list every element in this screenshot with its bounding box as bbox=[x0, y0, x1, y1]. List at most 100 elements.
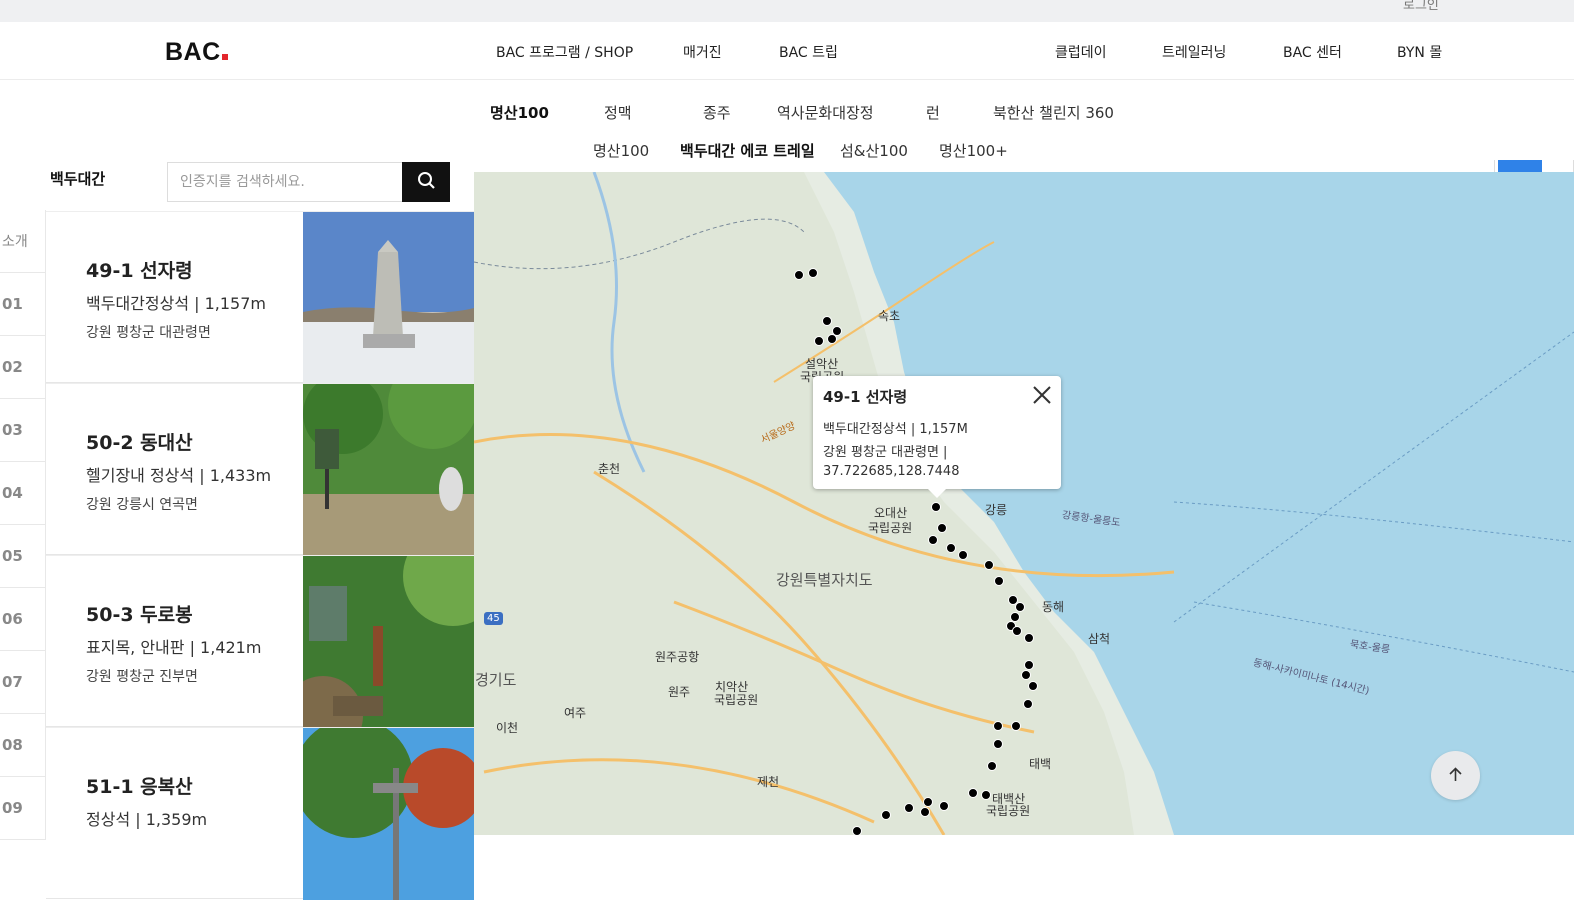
item-photo bbox=[303, 212, 474, 384]
map-label: 원주 bbox=[668, 685, 691, 699]
list-item[interactable]: 49-1 선자령 백두대간정상석 | 1,157m 강원 평창군 대관령면 bbox=[46, 211, 474, 384]
item-marker-elevation: 정상석 | 1,359m bbox=[86, 810, 208, 829]
map-pin[interactable] bbox=[984, 560, 994, 570]
map-pin[interactable] bbox=[1023, 699, 1033, 709]
nav-byn-mall[interactable]: BYN 몰 bbox=[1397, 42, 1442, 62]
map-pin[interactable] bbox=[993, 721, 1003, 731]
login-link[interactable]: 로그인 bbox=[1403, 0, 1439, 13]
map-info-popup: 49-1 선자령 백두대간정상석 | 1,157M 강원 평창군 대관령면 | … bbox=[813, 376, 1061, 498]
map-label: 태백 bbox=[1029, 757, 1052, 771]
tab-run[interactable]: 런 bbox=[926, 102, 940, 123]
index-item[interactable]: 06 bbox=[0, 588, 46, 651]
map-pin[interactable] bbox=[993, 739, 1003, 749]
tab-100-mountains[interactable]: 명산100 bbox=[490, 102, 549, 123]
expressway-shield: 45 bbox=[484, 612, 503, 625]
popup-location: 강원 평창군 대관령면 | bbox=[823, 445, 948, 460]
popup-marker-elevation: 백두대간정상석 | 1,157M bbox=[823, 422, 968, 437]
nav-bac-program-shop[interactable]: BAC 프로그램 / SHOP bbox=[496, 42, 633, 62]
tab2-100-mountains-plus[interactable]: 명산100+ bbox=[939, 140, 1008, 161]
popup-coordinates: 37.722685,128.7448 bbox=[823, 464, 960, 479]
map-pin[interactable] bbox=[827, 334, 837, 344]
nav-clubday[interactable]: 클럽데이 bbox=[1055, 42, 1107, 62]
index-item[interactable]: 01 bbox=[0, 273, 46, 336]
item-photo bbox=[303, 384, 474, 556]
index-item-intro[interactable]: 소개 bbox=[0, 210, 46, 273]
map-pin[interactable] bbox=[939, 801, 949, 811]
nav-bac-trip[interactable]: BAC 트립 bbox=[779, 42, 838, 62]
map-view[interactable]: 속초 설악산 국립공원 춘천 오대산 국립공원 강릉 강원특별자치도 동해 삼척… bbox=[474, 172, 1574, 835]
scroll-to-top-button[interactable] bbox=[1431, 751, 1480, 800]
map-pin[interactable] bbox=[987, 761, 997, 771]
map-label: 국립공원 bbox=[714, 693, 759, 707]
index-item[interactable]: 09 bbox=[0, 777, 46, 840]
close-icon bbox=[1033, 386, 1051, 404]
item-title: 50-2 동대산 bbox=[86, 432, 193, 454]
map-pin[interactable] bbox=[981, 790, 991, 800]
map-pin[interactable] bbox=[814, 336, 824, 346]
item-title: 49-1 선자령 bbox=[86, 260, 193, 282]
map-pin[interactable] bbox=[1012, 626, 1022, 636]
map-label: 강릉 bbox=[985, 503, 1008, 517]
item-title: 51-1 응복산 bbox=[86, 776, 193, 798]
map-label: 이천 bbox=[496, 721, 519, 735]
arrow-up-icon bbox=[1449, 767, 1462, 781]
tab-bukhansan-360[interactable]: 북한산 챌린지 360 bbox=[993, 102, 1114, 123]
popup-close-button[interactable] bbox=[1031, 384, 1053, 406]
item-location: 강원 평창군 진부면 bbox=[86, 669, 198, 685]
list-item[interactable]: 50-2 동대산 헬기장내 정상석 | 1,433m 강원 강릉시 연곡면 bbox=[46, 383, 474, 556]
tab-jongju[interactable]: 종주 bbox=[703, 102, 731, 123]
index-item[interactable]: 02 bbox=[0, 336, 46, 399]
map-pin[interactable] bbox=[808, 268, 818, 278]
item-marker-elevation: 백두대간정상석 | 1,157m bbox=[86, 294, 266, 313]
map-pin[interactable] bbox=[881, 810, 891, 820]
map-pin[interactable] bbox=[920, 807, 930, 817]
map-pin[interactable] bbox=[1024, 633, 1034, 643]
index-item[interactable]: 05 bbox=[0, 525, 46, 588]
section-index: 소개 01 02 03 04 05 06 07 08 09 bbox=[0, 210, 46, 840]
map-pin[interactable] bbox=[1015, 602, 1025, 612]
item-photo bbox=[303, 728, 474, 900]
map-label: 국립공원 bbox=[986, 804, 1031, 818]
map-pin[interactable] bbox=[928, 535, 938, 545]
index-item[interactable]: 08 bbox=[0, 714, 46, 777]
tab-jeongmaek[interactable]: 정맥 bbox=[604, 102, 632, 123]
map-pin[interactable] bbox=[937, 523, 947, 533]
map-pin[interactable] bbox=[946, 543, 956, 553]
challenge-subnav: 명산100 정맥 종주 역사문화대장정 런 북한산 챌린지 360 명산100 … bbox=[0, 80, 1574, 172]
map-pin[interactable] bbox=[1024, 660, 1034, 670]
tab2-baekdu-eco-trail[interactable]: 백두대간 에코 트레일 bbox=[680, 140, 815, 161]
index-item[interactable]: 03 bbox=[0, 399, 46, 462]
tab-history-culture[interactable]: 역사문화대장정 bbox=[777, 102, 874, 123]
item-location: 강원 강릉시 연곡면 bbox=[86, 497, 198, 513]
map-pin[interactable] bbox=[822, 316, 832, 326]
map-pin[interactable] bbox=[994, 576, 1004, 586]
list-item[interactable]: 50-3 두로봉 표지목, 안내판 | 1,421m 강원 평창군 진부면 bbox=[46, 555, 474, 728]
map-label: 원주공항 bbox=[655, 650, 700, 664]
map-pin[interactable] bbox=[1021, 670, 1031, 680]
map-pin[interactable] bbox=[1028, 681, 1038, 691]
item-marker-elevation: 표지목, 안내판 | 1,421m bbox=[86, 638, 262, 657]
search-input[interactable] bbox=[168, 163, 404, 201]
map-label: 국립공원 bbox=[868, 521, 913, 535]
search-button[interactable] bbox=[402, 162, 450, 202]
logo-dot bbox=[221, 54, 228, 60]
nav-trail-running[interactable]: 트레일러닝 bbox=[1162, 42, 1226, 62]
tab2-island-mountain-100[interactable]: 섬&산100 bbox=[840, 140, 908, 161]
map-pin[interactable] bbox=[968, 788, 978, 798]
map-pin[interactable] bbox=[852, 826, 862, 835]
nav-magazine[interactable]: 매거진 bbox=[683, 42, 722, 62]
item-title: 50-3 두로봉 bbox=[86, 604, 193, 626]
list-item[interactable]: 51-1 응복산 정상석 | 1,359m bbox=[46, 727, 474, 900]
index-item[interactable]: 07 bbox=[0, 651, 46, 714]
nav-bac-center[interactable]: BAC 센터 bbox=[1283, 42, 1342, 62]
map-pin[interactable] bbox=[794, 270, 804, 280]
map-pin[interactable] bbox=[931, 502, 941, 512]
index-item[interactable]: 04 bbox=[0, 462, 46, 525]
tab2-100-mountains[interactable]: 명산100 bbox=[593, 140, 649, 161]
map-pin[interactable] bbox=[904, 803, 914, 813]
site-header: BAC BAC 프로그램 / SHOP 매거진 BAC 트립 클럽데이 트레일러… bbox=[0, 22, 1574, 80]
map-pin[interactable] bbox=[923, 797, 933, 807]
map-pin[interactable] bbox=[1011, 721, 1021, 731]
map-pin[interactable] bbox=[958, 550, 968, 560]
bac-logo[interactable]: BAC bbox=[165, 38, 228, 67]
